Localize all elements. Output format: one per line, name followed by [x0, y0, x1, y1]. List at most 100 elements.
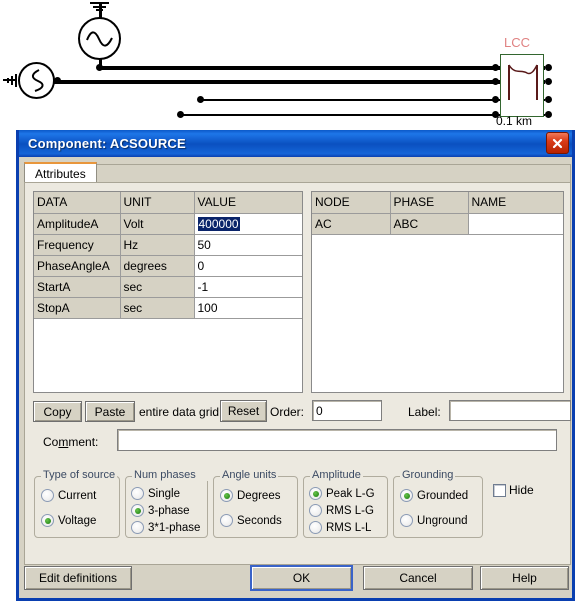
comment-input[interactable] — [117, 429, 557, 451]
radio-icon-selected — [309, 487, 322, 500]
edit-definitions-label: Edit definitions — [38, 571, 118, 585]
group-grounding: Grounding Grounded Unground — [393, 469, 483, 538]
radio-icon — [131, 521, 144, 534]
close-icon[interactable] — [546, 132, 569, 154]
cancel-button[interactable]: Cancel — [363, 566, 473, 590]
paste-button[interactable]: Paste — [85, 401, 135, 422]
dialog-title: Component: ACSOURCE — [28, 136, 186, 151]
radio-grounded[interactable]: Grounded — [400, 489, 468, 502]
reset-button-label: Reset — [227, 404, 260, 418]
table-row[interactable]: StopA sec 100 — [34, 297, 302, 319]
cell-value[interactable]: 400000 — [194, 213, 302, 235]
data-grid-header-row: DATA UNIT VALUE — [34, 192, 302, 214]
node-grid-table: NODE PHASE NAME AC ABC — [312, 192, 563, 235]
radio-peak-lg-label: Peak L-G — [326, 487, 375, 500]
table-row[interactable]: StartA sec -1 — [34, 276, 302, 298]
cell-phase: ABC — [390, 213, 469, 235]
radio-degrees[interactable]: Degrees — [220, 489, 280, 502]
group-num-phases-title: Num phases — [132, 469, 210, 481]
radio-rms-lg-label: RMS L-G — [326, 504, 374, 517]
radio-voltage[interactable]: Voltage — [41, 514, 96, 527]
table-row[interactable]: AC ABC — [312, 213, 563, 235]
tab-attributes[interactable]: Attributes — [24, 162, 97, 184]
radio-icon — [400, 514, 413, 527]
copy-button-label: Copy — [43, 404, 72, 419]
radio-3x1-phase-label: 3*1-phase — [148, 521, 201, 534]
column-header-data: DATA — [34, 192, 121, 214]
node-grid-header-row: NODE PHASE NAME — [312, 192, 563, 214]
lcc-length-label: 0.1 km — [496, 114, 533, 128]
radio-rms-ll[interactable]: RMS L-L — [309, 521, 371, 534]
table-row[interactable]: Frequency Hz 50 — [34, 234, 302, 256]
screenshot-root: LCC 0.1 km Component: ACSOURCE Attribute… — [0, 0, 575, 601]
copy-button[interactable]: Copy — [33, 401, 82, 422]
ac-source-symbol[interactable] — [78, 17, 121, 60]
reset-button[interactable]: Reset — [220, 400, 267, 422]
label-field-label: Label: — [408, 405, 441, 419]
cell-value[interactable]: 50 — [194, 234, 302, 256]
lcc-component-label: LCC — [504, 35, 531, 50]
grid-scope-label: entire data grid — [139, 405, 220, 419]
data-grid[interactable]: DATA UNIT VALUE AmplitudeA Volt 400000 F… — [33, 191, 303, 393]
radio-current[interactable]: Current — [41, 489, 96, 502]
bus-line-1[interactable] — [99, 66, 545, 70]
junction-dot — [96, 64, 103, 71]
radio-unground[interactable]: Unground — [400, 514, 468, 527]
dialog-titlebar[interactable]: Component: ACSOURCE — [19, 130, 572, 157]
lcc-pin-left — [492, 64, 499, 71]
bus-line-4[interactable] — [180, 114, 545, 116]
cell-data-name: StopA — [34, 297, 121, 319]
cell-value[interactable]: 100 — [194, 297, 302, 319]
column-header-unit: UNIT — [120, 192, 195, 214]
cell-unit: Hz — [120, 234, 195, 256]
group-angle-units-title: Angle units — [220, 469, 279, 481]
comment-label: Comment: — [43, 435, 99, 449]
lcc-pin-right — [545, 111, 552, 118]
cell-unit: degrees — [120, 255, 195, 277]
radio-seconds-label: Seconds — [237, 514, 282, 527]
group-grounding-title: Grounding — [400, 469, 456, 481]
hide-checkbox[interactable]: Hide — [493, 483, 534, 497]
radio-icon — [220, 514, 233, 527]
junction-dot — [197, 96, 204, 103]
tab-strip: Attributes — [24, 160, 571, 184]
radio-current-label: Current — [58, 489, 97, 502]
group-num-phases: Num phases Single 3-phase 3*1-phase — [125, 469, 210, 538]
data-grid-table: DATA UNIT VALUE AmplitudeA Volt 400000 F… — [34, 192, 302, 319]
table-row[interactable]: PhaseAngleA degrees 0 — [34, 255, 302, 277]
table-row[interactable]: AmplitudeA Volt 400000 — [34, 213, 302, 235]
bus-line-2[interactable] — [48, 80, 545, 84]
cell-node: AC — [312, 213, 391, 235]
lcc-component-box[interactable] — [500, 54, 544, 117]
radio-rms-lg[interactable]: RMS L-G — [309, 504, 374, 517]
radio-3x1-phase[interactable]: 3*1-phase — [131, 521, 205, 534]
cell-value[interactable]: -1 — [194, 276, 302, 298]
cell-name[interactable] — [468, 213, 563, 235]
ground-symbol-left — [3, 74, 17, 87]
radio-3-phase[interactable]: 3-phase — [131, 504, 190, 517]
sine-wave-icon — [86, 31, 113, 47]
lcc-pin-right — [545, 64, 552, 71]
left-source-symbol[interactable] — [18, 62, 55, 99]
order-input[interactable]: 0 — [312, 400, 382, 421]
edit-definitions-button[interactable]: Edit definitions — [24, 566, 132, 590]
checkbox-icon — [493, 483, 506, 497]
radio-3-phase-label: 3-phase — [148, 504, 190, 517]
lcc-pin-right — [545, 78, 552, 85]
radio-peak-lg[interactable]: Peak L-G — [309, 487, 375, 500]
component-dialog: Component: ACSOURCE Attributes DATA UNIT… — [16, 130, 575, 601]
junction-dot — [54, 77, 61, 84]
radio-icon — [131, 487, 144, 500]
ok-button[interactable]: OK — [250, 565, 353, 591]
label-input[interactable] — [449, 400, 571, 421]
cell-value[interactable]: 0 — [194, 255, 302, 277]
node-grid[interactable]: NODE PHASE NAME AC ABC — [311, 191, 564, 393]
attributes-panel: DATA UNIT VALUE AmplitudeA Volt 400000 F… — [24, 182, 571, 565]
radio-single[interactable]: Single — [131, 487, 180, 500]
column-header-value: VALUE — [194, 192, 302, 214]
radio-seconds[interactable]: Seconds — [220, 514, 282, 527]
order-label: Order: — [270, 405, 305, 419]
radio-icon — [309, 504, 322, 517]
help-button[interactable]: Help — [480, 566, 569, 590]
radio-unground-label: Unground — [417, 514, 468, 527]
